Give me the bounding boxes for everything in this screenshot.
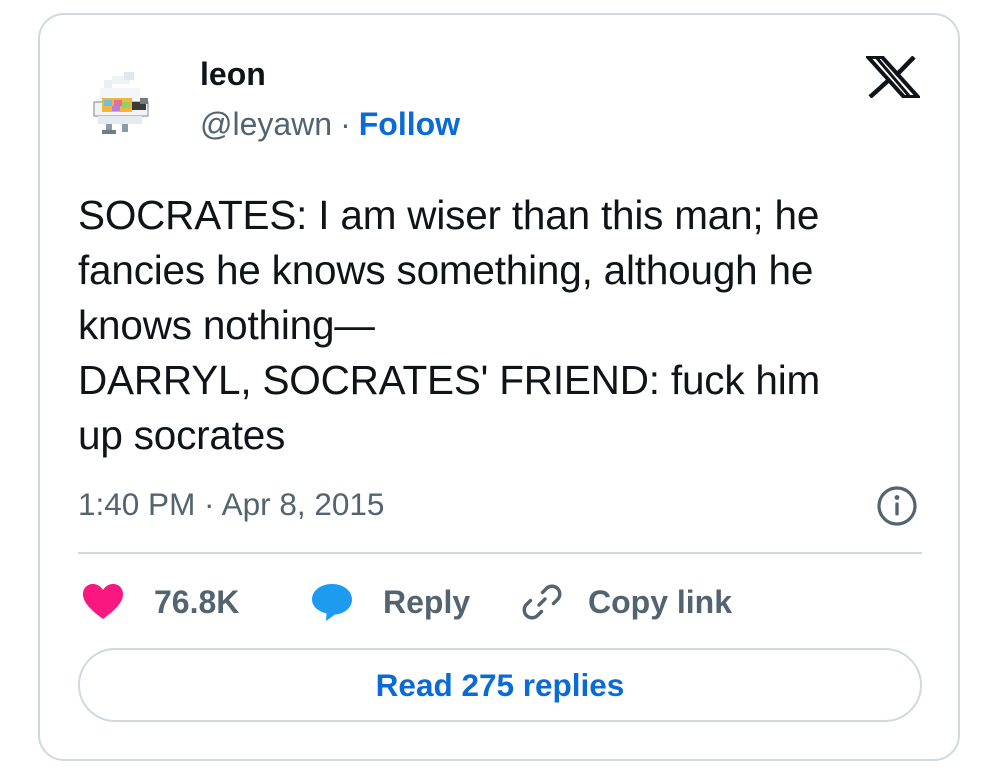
reply-bubble-icon	[312, 584, 352, 621]
tweet-text-line: knows nothing—	[78, 302, 375, 348]
follow-button[interactable]: Follow	[359, 106, 460, 142]
tweet-text-line: up socrates	[78, 412, 286, 458]
tweet-text: SOCRATES: I am wiser than this man; he f…	[78, 188, 938, 463]
author-handle-row: @leyawn · Follow	[200, 104, 460, 144]
author-avatar[interactable]	[78, 62, 164, 148]
like-button[interactable]: 76.8K	[82, 580, 239, 624]
divider	[78, 552, 922, 554]
x-logo-icon[interactable]	[863, 55, 923, 99]
link-icon	[522, 584, 562, 620]
copy-link-label: Copy link	[588, 583, 733, 620]
handle-separator: ·	[340, 106, 351, 142]
tweet-text-line: fancies he knows something, although he	[78, 247, 814, 293]
heart-icon	[83, 584, 123, 619]
tweet-text-line: DARRYL, SOCRATES' FRIEND: fuck him	[78, 357, 821, 403]
copy-link-button[interactable]: Copy link	[522, 580, 732, 624]
read-replies-button[interactable]: Read 275 replies	[78, 648, 922, 722]
info-icon[interactable]	[876, 485, 918, 527]
reply-button[interactable]: Reply	[311, 580, 470, 624]
bird-avatar-icon	[78, 62, 164, 148]
author-name[interactable]: leon	[200, 54, 266, 94]
author-handle[interactable]: @leyawn	[200, 106, 332, 142]
tweet-text-line: SOCRATES: I am wiser than this man; he	[78, 192, 820, 238]
like-count: 76.8K	[154, 583, 240, 620]
tweet-timestamp[interactable]: 1:40 PM · Apr 8, 2015	[78, 484, 384, 524]
reply-label: Reply	[383, 583, 471, 620]
